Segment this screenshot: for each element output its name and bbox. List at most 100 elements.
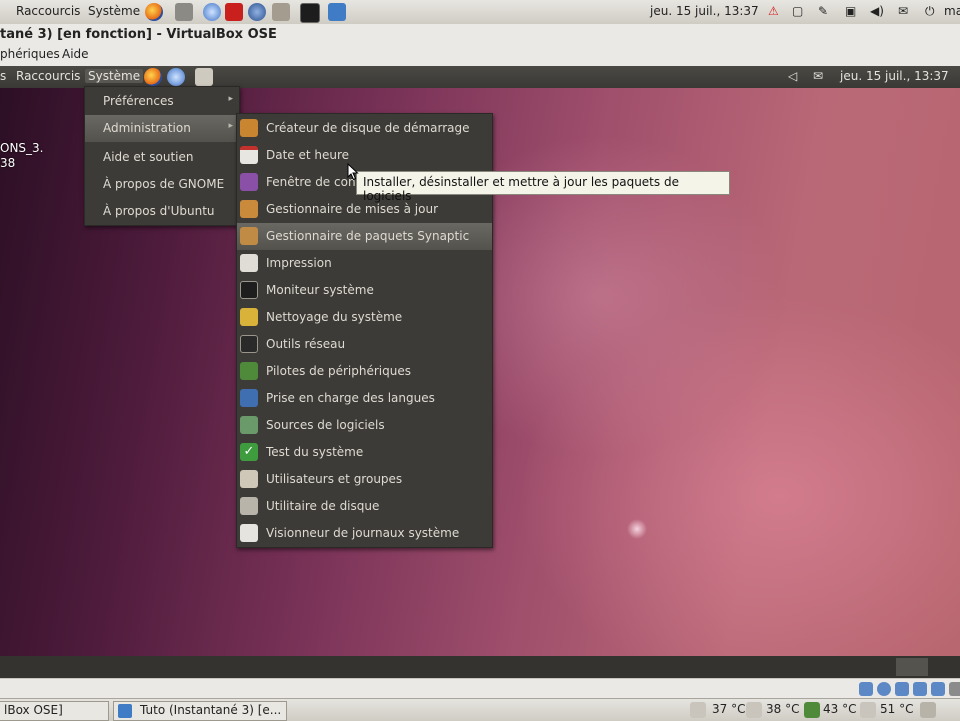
menu-item-label: Préférences (103, 94, 174, 108)
vbox-window-title: tané 3) [en fonction] - VirtualBox OSE (0, 24, 960, 44)
desktop-icon-label-line1: ONS_3. (0, 141, 44, 155)
menu-item-startup-disk[interactable]: Créateur de disque de démarrage (237, 115, 492, 142)
power-icon[interactable]: ⏻ (925, 4, 935, 19)
desktop-icon[interactable]: ONS_3. 38 (0, 141, 44, 171)
pin-icon[interactable]: ✎ (818, 4, 828, 18)
menu-item-system-cleanup[interactable]: Nettoyage du système (237, 304, 492, 331)
network-adapter-icon[interactable] (931, 682, 945, 696)
menu-item-label: Créateur de disque de démarrage (266, 121, 470, 135)
shared-folder-icon[interactable] (913, 682, 927, 696)
menu-item-label: Visionneur de journaux système (266, 526, 460, 540)
driver-card-icon (240, 362, 258, 380)
menu-item-label: Utilitaire de disque (266, 499, 380, 513)
menu-item-network-tools[interactable]: Outils réseau (237, 331, 492, 358)
menu-item-software-sources[interactable]: Sources de logiciels (237, 412, 492, 439)
window-icon[interactable]: ▢ (792, 4, 803, 18)
menu-item-label: Prise en charge des langues (266, 391, 435, 405)
mail-icon[interactable]: ✉ (813, 69, 823, 83)
firefox-icon[interactable] (145, 3, 163, 21)
package-icon (240, 227, 258, 245)
firefox-icon[interactable] (144, 68, 162, 86)
calendar-icon (240, 146, 258, 164)
disk-temp-icon (860, 702, 876, 718)
menu-item-label: Impression (266, 256, 332, 270)
menu-item-administration[interactable]: Administration ▸ (85, 115, 239, 142)
temp-2: 38 °C (766, 702, 800, 716)
menu-item-language-support[interactable]: Prise en charge des langues (237, 385, 492, 412)
cd-drive-icon[interactable] (877, 682, 891, 696)
task-label: Tuto (Instantané 3) [e... (140, 703, 282, 717)
mouse-integration-icon[interactable] (949, 682, 960, 696)
vbox-menu-aide[interactable]: Aide (62, 47, 89, 61)
menu-item-label: À propos d'Ubuntu (103, 204, 215, 218)
menu-item-aide-soutien[interactable]: Aide et soutien (85, 144, 239, 171)
update-manager-icon (240, 200, 258, 218)
menu-item-date-time[interactable]: Date et heure (237, 142, 492, 169)
menu-item-device-drivers[interactable]: Pilotes de périphériques (237, 358, 492, 385)
temp-1: 37 °C (712, 702, 746, 716)
host-top-panel: Raccourcis Système jeu. 15 juil., 13:37 … (0, 0, 960, 25)
task-label: lBox OSE] (4, 703, 63, 717)
guest-top-panel: s Raccourcis Système ◁ ✉ jeu. 15 juil., … (0, 66, 960, 88)
software-sources-icon (240, 416, 258, 434)
temp-3: 43 °C (823, 702, 857, 716)
workspace-switcher[interactable] (896, 658, 928, 676)
window-title-text: tané 3) [en fonction] - VirtualBox OSE (0, 27, 277, 42)
menu-item-label: Gestionnaire de paquets Synaptic (266, 229, 470, 243)
menu-item-label: Utilisateurs et groupes (266, 472, 403, 486)
vbox-status-bar (0, 678, 960, 699)
help-browser-icon[interactable] (203, 3, 221, 21)
guest-menu-raccourcis[interactable]: Raccourcis (16, 69, 80, 83)
virtualbox-icon (118, 704, 132, 718)
vbox-menubar: phériques Aide (0, 44, 960, 67)
virtualbox-icon[interactable] (328, 3, 346, 21)
usb-disk-icon (240, 119, 258, 137)
task-tuto-vm[interactable]: Tuto (Instantané 3) [e... (113, 701, 287, 721)
printer-icon (240, 254, 258, 272)
hard-disk-icon[interactable] (859, 682, 873, 696)
menu-item-synaptic[interactable]: Gestionnaire de paquets Synaptic (237, 223, 492, 250)
menu-item-about-ubuntu[interactable]: À propos d'Ubuntu (85, 198, 239, 225)
guest-clock[interactable]: jeu. 15 juil., 13:37 (840, 69, 949, 83)
users-group-icon[interactable] (272, 3, 290, 21)
vbox-menu-peripheriques[interactable]: phériques (0, 47, 60, 61)
globe-icon[interactable] (248, 3, 266, 21)
menu-item-about-gnome[interactable]: À propos de GNOME (85, 171, 239, 198)
user-name[interactable]: ma (944, 4, 960, 18)
guest-menu-applications[interactable]: s (0, 69, 6, 83)
menu-item-preferences[interactable]: Préférences ▸ (85, 88, 239, 115)
network-status-icon[interactable]: ▣ (845, 4, 856, 18)
menu-item-label: Aide et soutien (103, 150, 194, 164)
screenshot-icon[interactable] (195, 68, 213, 86)
help-icon[interactable] (167, 68, 185, 86)
mail-icon[interactable]: ✉ (898, 4, 908, 18)
submenu-arrow-icon: ▸ (228, 121, 233, 131)
menu-item-label: Test du système (266, 445, 364, 459)
system-menu: Préférences ▸ Administration ▸ Aide et s… (84, 86, 240, 226)
terminal-icon[interactable] (300, 3, 320, 23)
disk-utility-icon (240, 497, 258, 515)
filezilla-icon[interactable] (225, 3, 243, 21)
menu-item-system-monitor[interactable]: Moniteur système (237, 277, 492, 304)
warning-icon[interactable]: ⚠ (768, 4, 779, 18)
menu-item-users-groups[interactable]: Utilisateurs et groupes (237, 466, 492, 493)
menu-item-log-viewer[interactable]: Visionneur de journaux système (237, 520, 492, 547)
usb-icon[interactable] (895, 682, 909, 696)
host-clock[interactable]: jeu. 15 juil., 13:37 (650, 4, 759, 18)
trash-icon[interactable] (920, 702, 936, 718)
menu-item-label: Date et heure (266, 148, 350, 162)
host-menu-raccourcis[interactable]: Raccourcis (16, 4, 80, 18)
host-menu-systeme[interactable]: Système (88, 4, 140, 18)
network-icon[interactable] (175, 3, 193, 21)
menu-item-disk-utility[interactable]: Utilitaire de disque (237, 493, 492, 520)
volume-icon[interactable]: ◀) (870, 4, 884, 18)
log-viewer-icon (240, 524, 258, 542)
menu-item-printing[interactable]: Impression (237, 250, 492, 277)
tooltip-text: Installer, désinstaller et mettre à jour… (363, 175, 679, 203)
task-virtualbox[interactable]: lBox OSE] (0, 701, 109, 721)
guest-menu-systeme[interactable]: Système (85, 69, 144, 83)
menu-item-system-test[interactable]: ✓ Test du système (237, 439, 492, 466)
menu-item-label: Administration (103, 121, 191, 135)
volume-icon[interactable]: ◁ (788, 69, 797, 83)
desktop-icon-label-line2: 38 (0, 156, 16, 170)
